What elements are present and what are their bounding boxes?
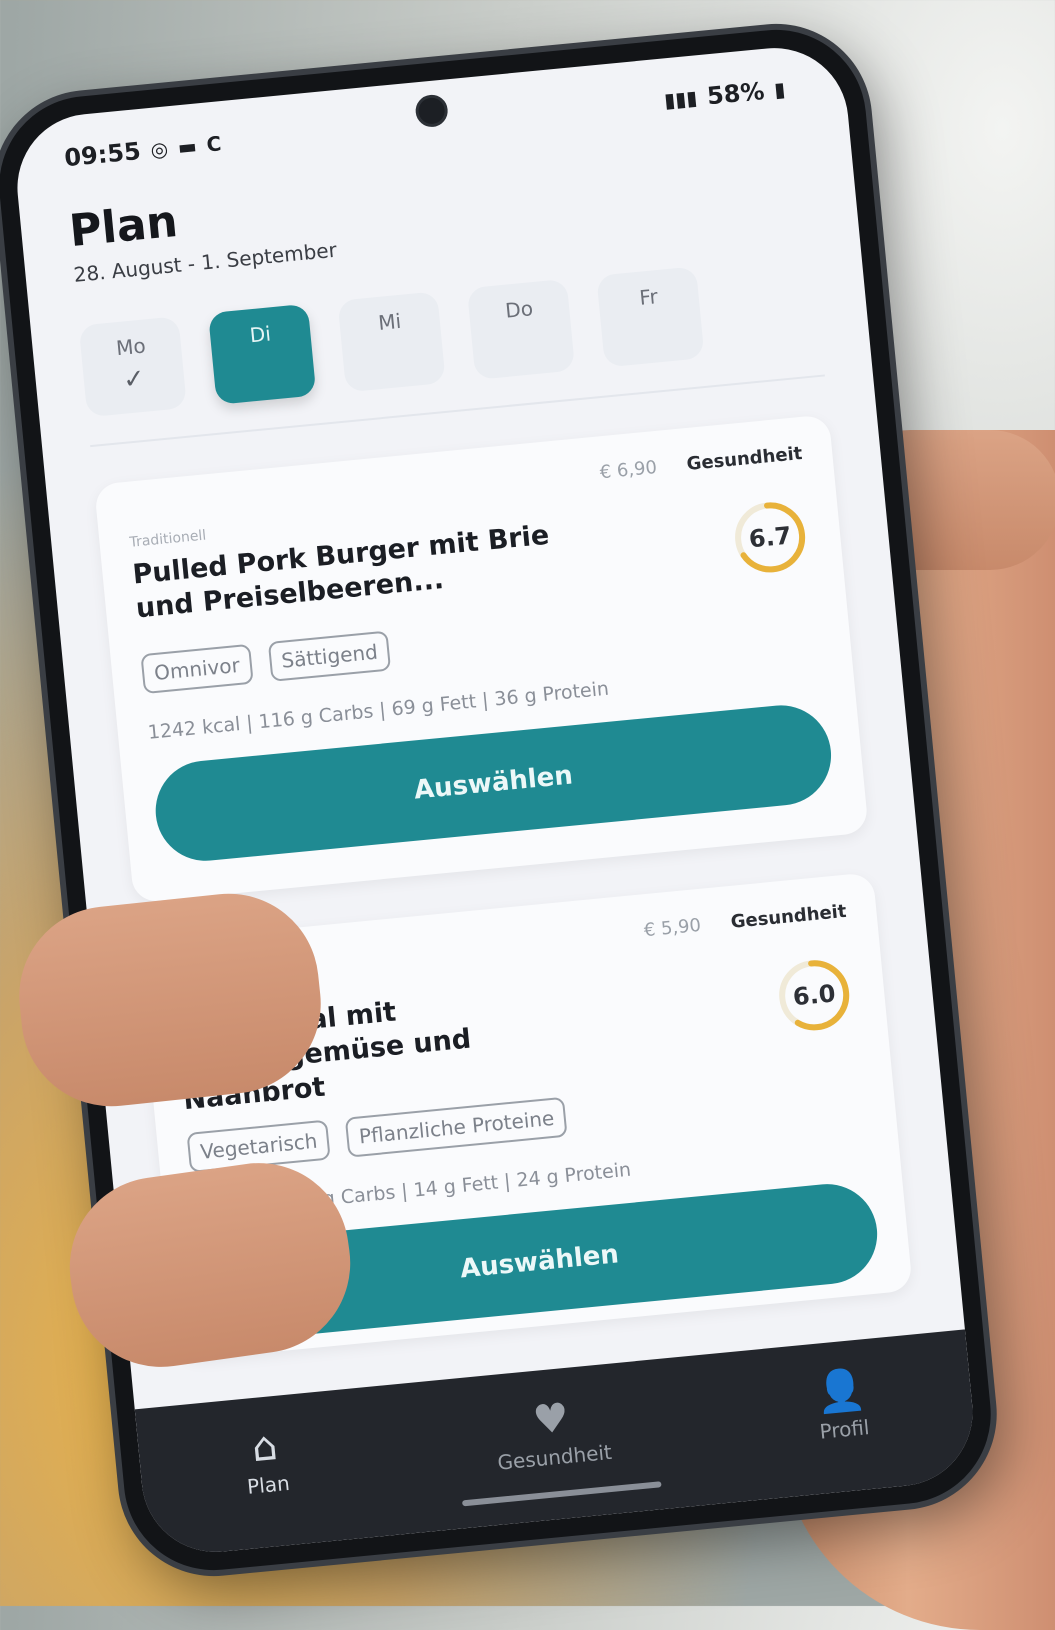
nav-label: Gesundheit: [496, 1439, 613, 1475]
nav-profil[interactable]: 👤 Profil: [813, 1366, 871, 1444]
day-label: Do: [504, 296, 534, 323]
day-tab-mi[interactable]: Mi: [337, 291, 446, 393]
home-indicator: [461, 1481, 662, 1507]
day-label: Di: [248, 321, 272, 348]
diet-tag: Pflanzliche Proteine: [345, 1096, 568, 1158]
status-time: 09:55: [63, 137, 142, 173]
day-label: Mi: [377, 308, 403, 335]
battery-level: 58%: [705, 76, 766, 111]
nav-plan[interactable]: ⌂ Plan: [242, 1422, 291, 1499]
meal-card: € 6,90 Gesundheit Traditionell Pulled Po…: [93, 414, 869, 904]
checkmark-icon: ✓: [121, 363, 147, 396]
day-tab-do[interactable]: Do: [466, 278, 576, 380]
day-tab-mo[interactable]: Mo ✓: [78, 316, 187, 418]
page-header: Plan 28. August - 1. September: [67, 181, 338, 287]
health-label: Gesundheit: [685, 443, 804, 476]
nav-label: Plan: [246, 1470, 291, 1499]
person-icon: 👤: [813, 1366, 868, 1417]
day-tab-fr[interactable]: Fr: [596, 266, 705, 368]
diet-tag: Sättigend: [267, 630, 392, 682]
folder-icon: ▬: [176, 133, 198, 160]
day-label: Fr: [638, 284, 659, 310]
heart-icon: ♥: [530, 1394, 571, 1445]
diet-tag: Omnivor: [140, 643, 254, 695]
battery-icon: ▮: [773, 76, 787, 102]
meal-price: € 6,90: [598, 457, 658, 484]
health-score: 6.7: [747, 521, 793, 554]
day-label: Mo: [115, 333, 147, 361]
health-label: Gesundheit: [729, 900, 848, 933]
instagram-icon: ◎: [149, 136, 170, 162]
health-score: 6.0: [791, 979, 837, 1012]
refresh-icon: C: [205, 131, 223, 157]
health-score-ring: 6.0: [771, 952, 858, 1039]
home-icon: ⌂: [249, 1422, 280, 1472]
health-score-ring: 6.7: [726, 494, 813, 581]
day-tab-di[interactable]: Di: [208, 303, 317, 405]
meal-price: € 5,90: [642, 914, 702, 942]
nav-gesundheit[interactable]: ♥ Gesundheit: [492, 1394, 613, 1475]
nav-label: Profil: [818, 1415, 871, 1444]
signal-icon: ▮▮▮: [663, 85, 699, 113]
